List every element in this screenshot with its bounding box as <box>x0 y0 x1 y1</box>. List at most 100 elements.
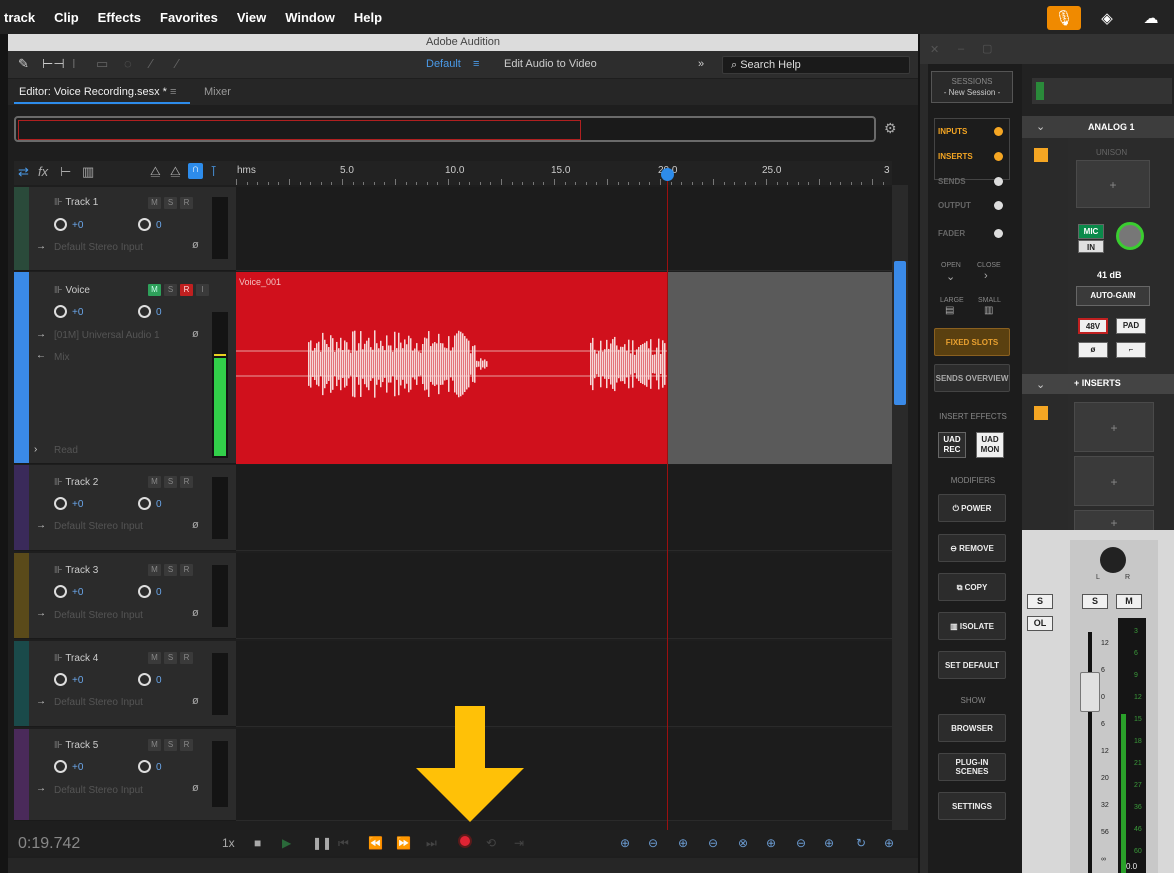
menu-effects[interactable]: Effects <box>98 10 141 25</box>
zoom-out-time-icon[interactable]: ⊖ <box>708 836 718 850</box>
track-header-track1[interactable]: ⊪ Track 1 M S R +0 0 Default Stereo Inpu… <box>14 187 236 271</box>
volume-value[interactable]: +0 <box>72 587 83 598</box>
volume-value[interactable]: +0 <box>72 762 83 773</box>
solo-button[interactable]: S <box>164 739 177 751</box>
phase-icon[interactable]: ø <box>192 328 199 340</box>
zoom-out-amplitude-icon[interactable]: ⊖ <box>648 836 658 850</box>
menu-favorites[interactable]: Favorites <box>160 10 218 25</box>
vertical-scrollbar[interactable] <box>892 185 908 845</box>
zoom-selection-icon[interactable]: ⊕ <box>824 836 834 850</box>
channel-fader[interactable] <box>1080 672 1100 712</box>
solo-button[interactable]: S <box>1082 594 1108 609</box>
gain-value[interactable]: 41 dB <box>1097 270 1122 280</box>
record-arm-button[interactable]: R <box>180 284 193 296</box>
open-chevron-icon[interactable]: ⌄ <box>946 270 955 283</box>
zoom-out-point-icon[interactable]: ⊖ <box>796 836 806 850</box>
track-name[interactable]: ⊪ Voice <box>54 285 90 296</box>
metronome-icon[interactable]: ⧋ <box>150 164 161 179</box>
track-input[interactable]: Default Stereo Input <box>54 242 143 253</box>
mute-button[interactable]: M <box>148 652 161 664</box>
channel-name[interactable]: ANALOG 1 <box>1088 122 1135 132</box>
overview-viewport[interactable] <box>18 120 581 140</box>
track-header-voice[interactable]: ⊪ Voice M S R I +0 0 → [01M] Universal A… <box>14 272 236 464</box>
track-lane-track4[interactable] <box>236 641 892 727</box>
uad-logo-icon[interactable]: ◈ <box>1090 6 1124 30</box>
track-input[interactable]: Default Stereo Input <box>54 785 143 796</box>
power-button[interactable]: ⏻ POWER <box>938 494 1006 522</box>
pan-knob[interactable] <box>138 760 151 773</box>
volume-knob[interactable] <box>54 760 67 773</box>
track-header-track5[interactable]: ⊪ Track 5 M S R +0 0 → Default Stereo In… <box>14 729 236 821</box>
track-header-track4[interactable]: ⊪ Track 4 M S R +0 0 → Default Stereo In… <box>14 641 236 727</box>
workspace-overflow-icon[interactable]: » <box>698 58 704 70</box>
track-name[interactable]: ⊪ Track 4 <box>54 653 98 664</box>
uad-rec-button[interactable]: UAD REC <box>938 432 966 458</box>
inserts-chevron-icon[interactable]: ⌄ <box>1036 378 1045 391</box>
nav-inputs[interactable]: INPUTS <box>938 127 967 136</box>
rewind-icon[interactable]: ⏪ <box>368 836 383 850</box>
inputs-outputs-icon[interactable]: ⇄ <box>18 164 29 180</box>
tab-editor[interactable]: Editor: Voice Recording.sesx * ≡ <box>14 80 190 104</box>
track-lane-track2[interactable] <box>236 465 892 551</box>
record-button[interactable] <box>458 834 472 848</box>
track-header-track2[interactable]: ⊪ Track 2 M S R +0 0 → Default Stereo In… <box>14 465 236 551</box>
zoom-tracks-icon[interactable]: ↻ <box>856 836 866 850</box>
zoom-full-icon[interactable]: ⊗ <box>738 836 748 850</box>
lasso-icon[interactable]: ◌ <box>124 56 132 71</box>
volume-value[interactable]: +0 <box>72 675 83 686</box>
cloud-sync-icon[interactable]: ☁ <box>1134 6 1168 30</box>
marquee-icon[interactable]: ▭ <box>96 56 108 72</box>
unison-slot[interactable]: + <box>1076 160 1150 208</box>
copy-button[interactable]: ⧉ COPY <box>938 573 1006 601</box>
mute-button[interactable]: M <box>1116 594 1142 609</box>
collapse-chevron-icon[interactable]: ⌄ <box>1036 120 1045 133</box>
microphone-icon[interactable]: 🎙 <box>1047 6 1081 30</box>
zoom-settings-icon[interactable]: ⚙ <box>884 120 897 137</box>
auto-gain-button[interactable]: AUTO-GAIN <box>1076 286 1150 306</box>
solo-button[interactable]: S <box>164 476 177 488</box>
move-tool-icon[interactable]: ✎ <box>18 56 29 72</box>
volume-knob[interactable] <box>54 585 67 598</box>
solo-button[interactable]: S <box>164 564 177 576</box>
solo-button[interactable]: S <box>164 197 177 209</box>
track-lane-track3[interactable] <box>236 553 892 639</box>
pad-button[interactable]: PAD <box>1116 318 1146 334</box>
pan-value[interactable]: 0 <box>156 499 162 510</box>
mute-button[interactable]: M <box>148 197 161 209</box>
track-lane-track5[interactable] <box>236 729 892 821</box>
zoom-in-point-icon[interactable]: ⊕ <box>766 836 776 850</box>
pan-value[interactable]: 0 <box>156 307 162 318</box>
remove-button[interactable]: ⊖ REMOVE <box>938 534 1006 562</box>
close-icon[interactable]: ✕ <box>930 43 939 56</box>
large-icon[interactable]: ▤ <box>945 305 954 316</box>
stop-icon[interactable]: ■ <box>254 836 261 850</box>
track-name[interactable]: ⊪ Track 5 <box>54 740 98 751</box>
pan-knob[interactable] <box>138 497 151 510</box>
fixed-slots-button[interactable]: FIXED SLOTS <box>934 328 1010 356</box>
browser-button[interactable]: BROWSER <box>938 714 1006 742</box>
menu-view[interactable]: View <box>237 10 266 25</box>
time-selection-icon[interactable]: I <box>72 56 76 71</box>
search-help-input[interactable]: ⌕ Search Help <box>722 56 910 74</box>
workspace-edit-video[interactable]: Edit Audio to Video <box>504 58 597 70</box>
track-header-track3[interactable]: ⊪ Track 3 M S R +0 0 → Default Stereo In… <box>14 553 236 639</box>
track-input[interactable]: Default Stereo Input <box>54 521 143 532</box>
pan-knob[interactable] <box>138 673 151 686</box>
fast-forward-icon[interactable]: ⏩ <box>396 836 411 850</box>
volume-knob[interactable] <box>54 673 67 686</box>
solo-button[interactable]: S <box>164 284 177 296</box>
monitor-input-button[interactable]: I <box>196 284 209 296</box>
settings-button[interactable]: SETTINGS <box>938 792 1006 820</box>
mic-button[interactable]: MIC <box>1078 224 1104 239</box>
phase-button[interactable]: ø <box>1078 342 1108 358</box>
pause-icon[interactable]: ❚❚ <box>312 836 332 850</box>
pan-knob[interactable] <box>138 218 151 231</box>
plugin-scenes-button[interactable]: PLUG-IN SCENES <box>938 753 1006 781</box>
pan-value[interactable]: 0 <box>156 675 162 686</box>
workspace-menu-icon[interactable]: ≡ <box>473 58 479 70</box>
track-lane-track1[interactable] <box>236 187 892 271</box>
sends-icon[interactable]: ⊢ <box>60 164 71 180</box>
phase-icon[interactable]: ø <box>192 607 199 619</box>
mute-button[interactable]: M <box>148 476 161 488</box>
track-name[interactable]: ⊪ Track 2 <box>54 477 98 488</box>
